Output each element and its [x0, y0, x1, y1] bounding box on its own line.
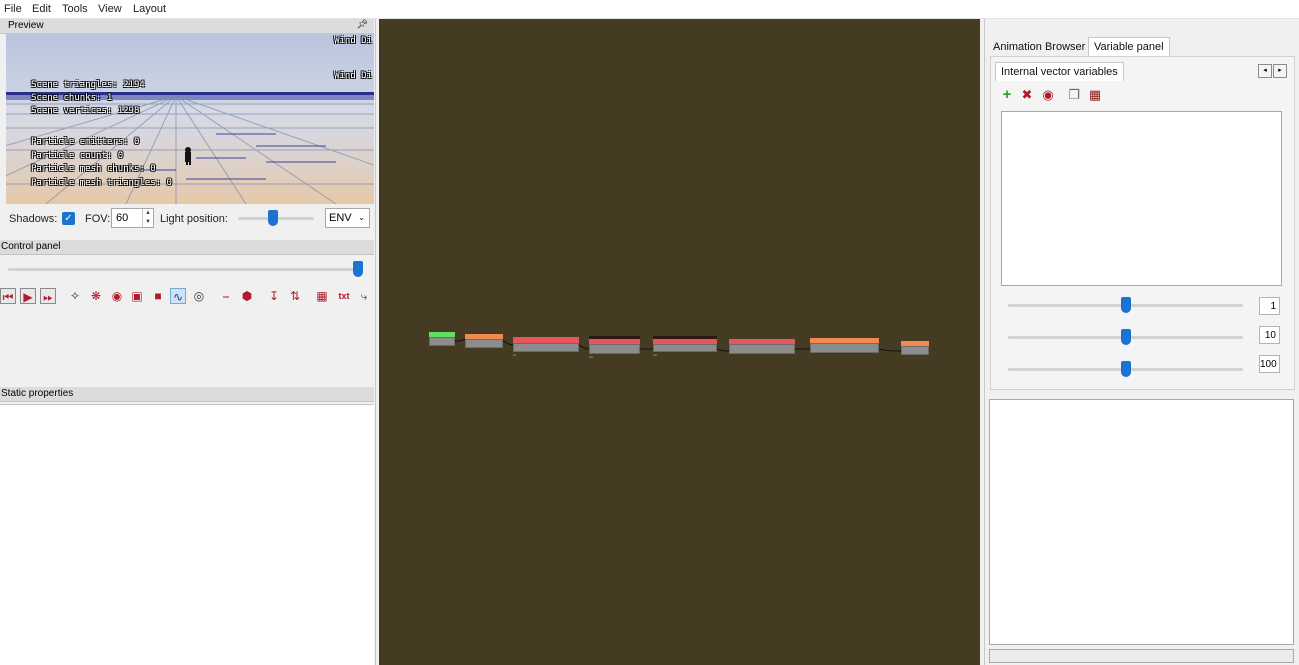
skip-start-icon[interactable]: ⏮︎	[0, 288, 16, 304]
static-properties-title: Static properties	[1, 388, 74, 399]
tab-internal-vector-variables[interactable]: Internal vector variables	[995, 62, 1124, 81]
menu-file[interactable]: File	[4, 3, 22, 15]
add-icon[interactable]: +	[999, 87, 1015, 103]
control-panel-header: Control panel	[0, 240, 374, 255]
preview-title: Preview	[8, 20, 44, 31]
static-properties-header: Static properties	[0, 387, 374, 402]
variables-list[interactable]	[1001, 111, 1282, 286]
fov-value: 60	[116, 212, 129, 224]
graph-node-5[interactable]	[729, 339, 795, 354]
env-value: ENV	[329, 212, 352, 224]
variable-slider-3-thumb[interactable]	[1120, 361, 1131, 377]
graph-node-3[interactable]: ▪▪▪▪	[589, 336, 640, 359]
ground-icon[interactable]: ⎯	[218, 288, 234, 304]
control-panel-title: Control panel	[1, 241, 61, 252]
graph-node-1[interactable]	[465, 334, 503, 348]
tab-prev-button[interactable]: ◂	[1258, 64, 1272, 78]
delete-icon[interactable]: ✖	[1019, 87, 1035, 103]
menu-edit[interactable]: Edit	[32, 3, 51, 15]
preview-viewport[interactable]: Wind Di Wind Di Scene triangles: 2194 Sc…	[6, 34, 374, 204]
status-bar	[989, 649, 1294, 663]
node-body	[589, 344, 640, 354]
hud-scene-vertices: Scene vertices: 1298	[31, 106, 140, 116]
light-position-label: Light position:	[160, 213, 228, 225]
variable-value-3[interactable]: 100	[1259, 355, 1280, 373]
fov-label: FOV:	[85, 213, 111, 225]
floor-dashes	[136, 133, 336, 180]
menu-bar: File Edit Tools View Layout	[0, 0, 1299, 19]
node-graph-canvas[interactable]: ▪▪▪ ▪▪▪▪ ▪▪▪▪	[379, 19, 980, 665]
preview-header: Preview 📌︎	[0, 19, 374, 34]
eye-icon[interactable]: ◉	[109, 288, 125, 304]
graph-node-entry[interactable]	[429, 332, 455, 346]
character-silhouette	[185, 147, 191, 165]
variable-value-2[interactable]: 10	[1259, 326, 1280, 344]
camera-icon[interactable]: ▣	[129, 288, 145, 304]
chevron-down-icon: ⌄	[358, 213, 365, 222]
timeline-slider[interactable]	[8, 268, 363, 271]
hud-wind-2: Wind Di	[334, 71, 372, 81]
bug-icon[interactable]: ❋	[88, 288, 104, 304]
node-caption: ▪▪▪▪	[653, 353, 658, 357]
hud-scene-triangles: Scene triangles: 2194	[31, 80, 145, 90]
fov-spinbox[interactable]: 60 ▲ ▼	[111, 208, 154, 228]
target-icon[interactable]: ◎	[191, 288, 207, 304]
node-body	[465, 339, 503, 348]
light-position-thumb[interactable]	[267, 210, 278, 226]
graph-node-2[interactable]: ▪▪▪	[513, 337, 579, 357]
pin-icon[interactable]: 📌︎	[357, 19, 368, 30]
hud-scene-chunks: Scene chunks: 1	[31, 93, 113, 103]
fast-forward-icon[interactable]: ⏩︎	[40, 288, 56, 304]
static-properties-panel	[0, 404, 374, 665]
hud-particle-mesh-triangles: Particle mesh triangles: 0	[31, 178, 172, 188]
node-body	[429, 337, 455, 346]
shadows-label: Shadows:	[9, 213, 58, 225]
arrows-updown-icon[interactable]: ⇅	[287, 288, 303, 304]
txt-button[interactable]: txt	[335, 288, 353, 304]
variable-slider-1-thumb[interactable]	[1120, 297, 1131, 313]
axis-icon[interactable]: ⤷	[356, 288, 372, 304]
tab-variable-panel[interactable]: Variable panel	[1088, 37, 1170, 56]
play-icon[interactable]: ▶︎	[20, 288, 36, 304]
node-caption: ▪▪▪	[513, 353, 517, 357]
hud-particle-count: Particle count: 0	[31, 151, 124, 161]
hud-wind-1: Wind Di	[334, 36, 372, 46]
paste-icon[interactable]: ▦	[1087, 87, 1103, 103]
node-body	[729, 344, 795, 354]
graph-node-4[interactable]: ▪▪▪▪	[653, 336, 717, 357]
bone-icon[interactable]: ✧	[67, 288, 83, 304]
node-body	[513, 343, 579, 352]
timeline-thumb[interactable]	[353, 261, 363, 277]
car-icon[interactable]: ■	[150, 288, 166, 304]
shadows-checkbox[interactable]: ✓	[62, 212, 75, 225]
node-body	[901, 346, 929, 355]
menu-view[interactable]: View	[98, 3, 122, 15]
hud-particle-mesh-chunks: Particle mesh chunks: 0	[31, 164, 156, 174]
eye-icon[interactable]: ◉	[1040, 87, 1056, 103]
arrow-down-icon[interactable]: ↧	[266, 288, 282, 304]
chart-icon[interactable]: ∿	[170, 288, 186, 304]
node-caption: ▪▪▪▪	[589, 355, 594, 359]
env-dropdown[interactable]: ENV ⌄	[325, 208, 370, 228]
grid-icon[interactable]: ▦	[314, 288, 330, 304]
variable-value-1[interactable]: 1	[1259, 297, 1280, 315]
node-body	[810, 343, 879, 353]
copy-icon[interactable]: ❐	[1066, 87, 1082, 103]
hexagon-icon[interactable]: ⬢	[239, 288, 255, 304]
hud-particle-emitters: Particle emitters: 0	[31, 137, 140, 147]
variable-details-panel	[989, 399, 1294, 645]
graph-node-6[interactable]	[810, 338, 879, 353]
menu-tools[interactable]: Tools	[62, 3, 88, 15]
menu-layout[interactable]: Layout	[133, 3, 166, 15]
fov-stepper-icon[interactable]: ▲ ▼	[142, 209, 153, 227]
node-body	[653, 344, 717, 352]
graph-node-exit[interactable]	[901, 341, 929, 355]
variable-slider-2-thumb[interactable]	[1120, 329, 1131, 345]
tab-next-button[interactable]: ▸	[1273, 64, 1287, 78]
tab-animation-browser[interactable]: Animation Browser	[988, 38, 1090, 57]
